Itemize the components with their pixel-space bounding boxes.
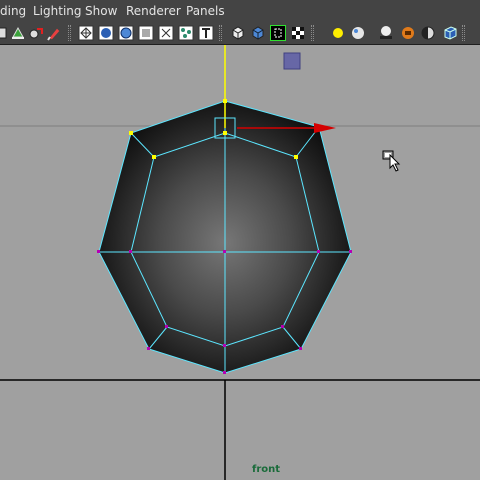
- pencil-icon[interactable]: [46, 25, 62, 41]
- default-light-icon[interactable]: [330, 25, 346, 41]
- cursor-icon: [382, 150, 401, 172]
- isolate-select-icon[interactable]: [250, 25, 266, 41]
- manipulator-x-arrow: [314, 123, 336, 133]
- menu-bar: ding Lighting Show Renderer Panels: [0, 0, 480, 23]
- toolbar-separator: [68, 25, 71, 41]
- halftone-icon[interactable]: [420, 25, 436, 41]
- bounding-box-icon[interactable]: [158, 25, 174, 41]
- toolbar-separator: [219, 25, 222, 41]
- render-icon[interactable]: [400, 25, 416, 41]
- bookmark-icon[interactable]: [10, 25, 26, 41]
- xray-icon[interactable]: [270, 25, 286, 41]
- textured-icon[interactable]: [138, 25, 154, 41]
- toolbar-separator: [462, 25, 465, 41]
- isolate-object-icon[interactable]: [230, 25, 246, 41]
- points-icon[interactable]: [178, 25, 194, 41]
- screen-space-handle[interactable]: [283, 52, 301, 70]
- camera-attributes-icon[interactable]: [0, 25, 8, 41]
- panel-toolbar: [0, 22, 480, 45]
- checker-icon[interactable]: [290, 25, 306, 41]
- menu-shading[interactable]: ding: [0, 4, 26, 18]
- shaded-wireframe-icon[interactable]: [118, 25, 134, 41]
- smooth-shade-icon[interactable]: [98, 25, 114, 41]
- shadows-icon[interactable]: [378, 25, 394, 41]
- cube-icon[interactable]: [442, 25, 458, 41]
- menu-lighting[interactable]: Lighting: [33, 4, 82, 18]
- menu-renderer[interactable]: Renderer: [126, 4, 181, 18]
- menu-panels[interactable]: Panels: [186, 4, 225, 18]
- image-plane-icon[interactable]: [28, 25, 44, 41]
- camera-name-label: front: [252, 464, 281, 475]
- text-icon[interactable]: [198, 25, 214, 41]
- all-lights-icon[interactable]: [350, 25, 366, 41]
- wireframe-icon[interactable]: [78, 25, 94, 41]
- scene-canvas[interactable]: [0, 45, 480, 480]
- toolbar-separator: [311, 25, 314, 41]
- front-viewport[interactable]: front: [0, 45, 480, 480]
- menu-show[interactable]: Show: [85, 4, 117, 18]
